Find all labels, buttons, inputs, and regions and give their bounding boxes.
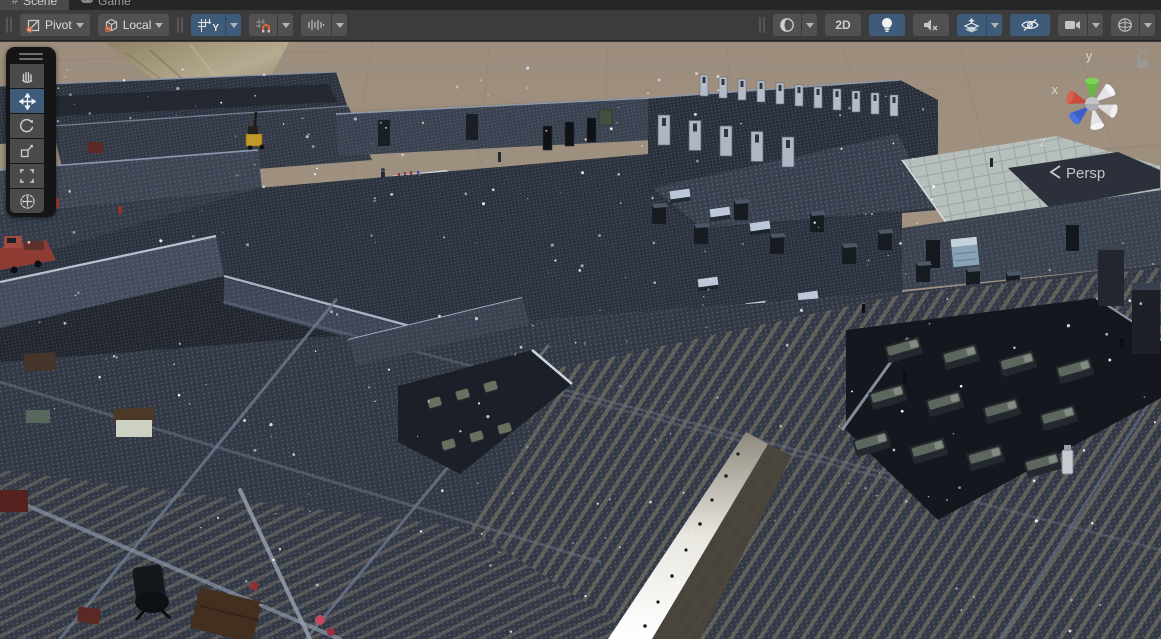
speaker-muted-icon	[923, 18, 939, 32]
chevron-down-icon	[155, 23, 163, 28]
cabinet-dresser[interactable]	[951, 237, 980, 268]
panel-room[interactable]	[648, 75, 938, 230]
view-tool[interactable]	[10, 64, 44, 88]
grid-snap-button[interactable]	[249, 14, 293, 36]
tools-overlay	[6, 47, 56, 217]
grid-magnet-icon	[255, 18, 271, 33]
tab-scene[interactable]: # Scene	[0, 0, 69, 10]
grid-icon	[197, 18, 212, 33]
toolbar-drag-handle[interactable]	[6, 17, 12, 33]
gizmo-y-label[interactable]: y	[1086, 48, 1093, 63]
unity-editor-window: { "tab_bar": { "tabs": [ {"label": "Scen…	[0, 0, 1161, 639]
scale-icon	[19, 143, 35, 159]
tab-scene-label: Scene	[23, 0, 57, 8]
pivot-button-label: Pivot	[45, 18, 72, 32]
rotation-mode-label: Local	[123, 18, 152, 32]
gamepad-icon	[81, 0, 93, 7]
tools-overlay-handle[interactable]	[10, 50, 52, 63]
gizmo-sphere-icon	[1117, 17, 1133, 33]
scale-tool[interactable]	[10, 139, 44, 163]
rect-tool[interactable]	[10, 164, 44, 188]
eye-slash-icon	[1020, 18, 1040, 32]
snap-increment-icon	[307, 18, 325, 32]
pivot-icon	[26, 18, 41, 33]
effects-dropdown[interactable]	[986, 14, 1002, 36]
effects-layers-icon	[963, 17, 980, 33]
gizmos-dropdown[interactable]	[1139, 14, 1155, 36]
grid-snap-dropdown[interactable]	[277, 14, 293, 36]
view-2d-label: 2D	[835, 18, 850, 32]
hidden-objects-button[interactable]	[1010, 14, 1050, 36]
move-tool[interactable]	[10, 89, 44, 113]
gizmos-button[interactable]	[1111, 14, 1155, 36]
chevron-down-icon	[76, 23, 84, 28]
toolbar-drag-handle[interactable]	[759, 17, 765, 33]
scene-lighting-button[interactable]	[869, 14, 905, 36]
scene-viewport[interactable]: y x z Persp	[0, 42, 1161, 639]
rotate-tool[interactable]	[10, 114, 44, 138]
view-2d-button[interactable]: 2D	[825, 14, 861, 36]
snap-increment-dropdown[interactable]	[331, 14, 347, 36]
camera-dropdown[interactable]	[1087, 14, 1103, 36]
snap-increment-button[interactable]	[301, 14, 347, 36]
toolbar-drag-handle[interactable]	[177, 17, 183, 33]
rotate-circle-icon	[19, 118, 35, 134]
move-arrows-icon	[19, 93, 36, 110]
draw-mode-dropdown[interactable]	[801, 14, 817, 36]
scene-toolbar: Pivot Local Y	[0, 10, 1161, 41]
local-cube-icon	[104, 18, 119, 33]
hand-icon	[19, 68, 35, 84]
pivot-button[interactable]: Pivot	[20, 14, 90, 36]
tab-game-label: Game	[98, 0, 131, 8]
transform-tool[interactable]	[10, 189, 44, 213]
window-tab-bar: # Scene Game	[0, 0, 1161, 10]
audio-mute-button[interactable]	[913, 14, 949, 36]
scene-grid-icon: #	[12, 0, 18, 7]
tab-game[interactable]: Game	[69, 0, 143, 10]
camera-icon	[1064, 19, 1081, 31]
transform-combined-icon	[19, 193, 36, 210]
grid-options-dropdown[interactable]	[225, 14, 241, 36]
grid-visibility-button[interactable]: Y	[191, 14, 241, 36]
projection-label[interactable]: Persp	[1066, 165, 1105, 182]
effects-button[interactable]	[957, 14, 1002, 36]
rotation-mode-button[interactable]: Local	[98, 14, 170, 36]
scene-camera-button[interactable]	[1058, 14, 1103, 36]
light-bulb-icon	[880, 17, 894, 33]
grid-axis-label: Y	[212, 23, 219, 34]
gizmo-x-label[interactable]: x	[1052, 82, 1059, 97]
draw-mode-button[interactable]	[773, 14, 817, 36]
shaded-sphere-icon	[779, 17, 795, 33]
rect-corners-icon	[19, 168, 35, 184]
gizmo-z-label[interactable]: z	[1040, 134, 1047, 149]
